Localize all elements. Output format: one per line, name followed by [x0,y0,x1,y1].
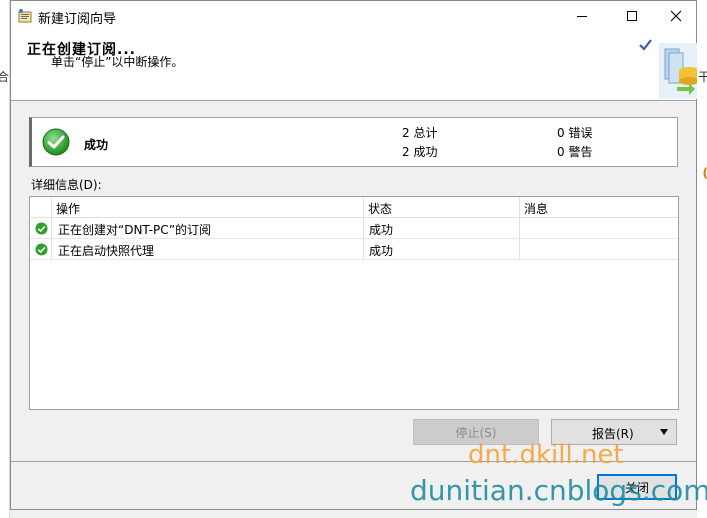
error-count: 0 错误 [557,126,593,140]
row-action: 正在启动快照代理 [58,244,155,258]
page-subtitle: 单击“停止”以中断操作。 [51,55,184,69]
watermark-line1: dnt.dkill.net [468,440,624,470]
row-status: 成功 [369,223,394,237]
table-row[interactable]: 正在创建对“DNT-PC”的订阅 成功 [30,218,678,239]
grid-header: 操作 状态 消息 [30,197,678,218]
column-header-action[interactable]: 操作 [56,200,80,217]
details-grid[interactable]: 操作 状态 消息 正在创建对“DNT-PC”的订阅 成功 正在启动快照代理 成功 [29,196,679,410]
success-check-icon [42,128,70,156]
close-icon [670,10,682,22]
table-row[interactable]: 正在启动快照代理 成功 [30,239,678,260]
row-status: 成功 [369,244,394,258]
success-check-icon [35,243,48,256]
title-bar[interactable]: 新建订阅向导 [11,1,696,31]
minimize-button[interactable] [559,1,605,31]
background-window-left: 合 [0,0,10,518]
details-label: 详细信息(D): [31,178,102,192]
watermark-line2: dunitian.cnblogs.com [410,474,707,507]
row-action: 正在创建对“DNT-PC”的订阅 [58,223,212,237]
total-count: 2 总计 [402,126,438,140]
warning-count: 0 警告 [557,145,593,159]
close-window-button[interactable] [653,1,699,31]
wizard-banner-icon [639,39,697,99]
column-header-message[interactable]: 消息 [524,200,548,217]
wizard-header: 正在创建订阅... 单击“停止”以中断操作。 [11,31,697,101]
success-check-icon [35,222,48,235]
wizard-app-icon [18,9,32,23]
column-header-status[interactable]: 状态 [368,200,392,217]
dropdown-arrow-icon [660,429,668,435]
summary-status: 成功 [84,138,109,152]
maximize-button[interactable] [609,1,655,31]
background-right-char: ( [703,166,707,180]
background-left-text: 合 [0,70,10,84]
minimize-icon [577,16,587,17]
background-right-text: 干 [697,70,707,84]
summary-panel: 成功 2 总计 2 成功 0 错误 0 警告 [29,117,678,167]
window-title: 新建订阅向导 [38,12,117,27]
wizard-window: 新建订阅向导 正在创建订阅... 单击“停止”以中断操作。 成功 2 总计 2 … [10,0,697,510]
success-count: 2 成功 [402,145,438,159]
background-window-right: 干 ( [697,0,707,518]
maximize-icon [627,11,637,21]
